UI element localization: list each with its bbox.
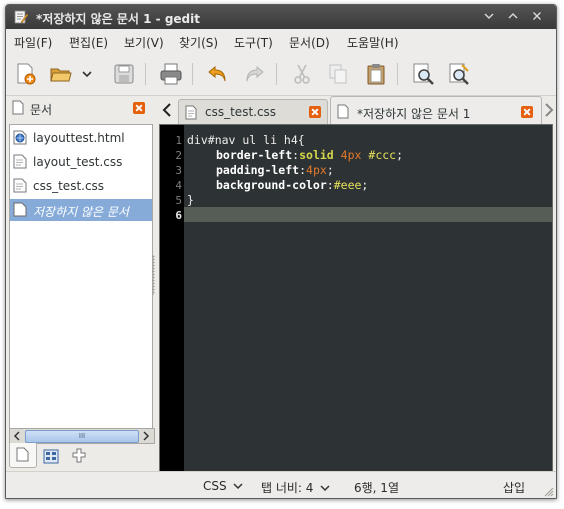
- tab-close-icon[interactable]: [309, 106, 321, 118]
- open-icon[interactable]: [47, 60, 75, 88]
- title-bar[interactable]: *저장하지 않은 문서 1 - gedit: [6, 5, 556, 29]
- document-icon: [12, 100, 24, 115]
- line-number: 4: [175, 179, 182, 192]
- tab-css-test[interactable]: css_test.css: [178, 99, 328, 124]
- code-line: background-color:#eee;: [216, 178, 369, 192]
- side-panel-close-icon[interactable]: [133, 102, 145, 114]
- redo-icon[interactable]: [240, 60, 268, 88]
- side-panel-tabs: [6, 443, 156, 469]
- window-close-icon[interactable]: [527, 8, 547, 25]
- side-panel-header: 문서: [6, 96, 156, 120]
- list-item[interactable]: layout_test.css: [10, 151, 152, 173]
- text-file-icon: [13, 154, 27, 169]
- window-title: *저장하지 않은 문서 1 - gedit: [36, 12, 200, 26]
- insert-mode: 삽입: [503, 481, 526, 495]
- toolbar-separator: [276, 63, 277, 85]
- scroll-right-icon[interactable]: [140, 430, 152, 442]
- line-number: 1: [175, 134, 182, 147]
- scroll-thumb[interactable]: III: [25, 430, 139, 443]
- gedit-window: *저장하지 않은 문서 1 - gedit 파일(F) 편집(E) 보기(V) …: [5, 4, 557, 499]
- menu-view[interactable]: 보기(V): [124, 34, 164, 51]
- code-line: }: [187, 193, 194, 207]
- text-editor[interactable]: 1 2 3 4 5 6 div#nav ul li h4{ border-lef…: [159, 124, 553, 472]
- html-file-icon: [13, 130, 27, 145]
- tab-scroll-right-icon[interactable]: [543, 102, 555, 118]
- chevron-down-icon: [233, 483, 243, 490]
- line-number: 2: [175, 149, 182, 162]
- menu-help[interactable]: 도움말(H): [347, 34, 399, 51]
- toolbar-separator: [397, 63, 398, 85]
- print-icon[interactable]: [157, 60, 185, 88]
- line-number-gutter: 1 2 3 4 5 6: [160, 125, 184, 471]
- menu-file[interactable]: 파일(F): [14, 34, 52, 51]
- find-replace-icon[interactable]: [445, 60, 473, 88]
- paste-icon[interactable]: [362, 60, 390, 88]
- current-line-highlight: [184, 207, 552, 222]
- copy-icon[interactable]: [324, 60, 352, 88]
- document-list: layouttest.html layout_test.css css_test…: [9, 124, 153, 429]
- document-icon: [337, 104, 349, 119]
- tab-documents[interactable]: [9, 443, 37, 468]
- maximize-chevron-up-icon[interactable]: [503, 8, 523, 25]
- tab-width-selector[interactable]: 탭 너비: 4: [261, 479, 330, 496]
- resize-grip-icon[interactable]: [542, 485, 554, 497]
- document-tab-bar: css_test.css *저장하지 않은 문서 1: [158, 96, 556, 124]
- tab-file-browser[interactable]: [39, 445, 63, 467]
- code-line: border-left:solid 4px #ccc;: [216, 148, 404, 162]
- status-bar: CSS 탭 너비: 4 6행, 1열 삽입: [6, 471, 556, 498]
- menu-tools[interactable]: 도구(T): [234, 34, 273, 51]
- gedit-app-icon: [14, 10, 28, 24]
- line-number: 5: [175, 194, 182, 207]
- text-file-icon: [185, 105, 197, 120]
- undo-icon[interactable]: [204, 60, 232, 88]
- toolbar-separator: [145, 63, 146, 85]
- line-number: 3: [175, 164, 182, 177]
- tab-close-icon[interactable]: [521, 106, 533, 118]
- side-panel-hscrollbar[interactable]: III: [9, 428, 155, 444]
- document-icon: [16, 447, 29, 462]
- puzzle-icon: [72, 448, 86, 463]
- open-dropdown-chevron-icon[interactable]: [79, 60, 95, 88]
- new-document-icon[interactable]: [11, 60, 39, 88]
- cut-icon[interactable]: [288, 60, 316, 88]
- scroll-left-icon[interactable]: [11, 430, 23, 442]
- file-browser-icon: [43, 449, 59, 464]
- menu-edit[interactable]: 편집(E): [69, 34, 108, 51]
- tab-unsaved-document[interactable]: *저장하지 않은 문서 1: [330, 96, 542, 124]
- text-file-icon: [13, 178, 27, 193]
- find-icon[interactable]: [409, 60, 437, 88]
- list-item[interactable]: layouttest.html: [10, 127, 152, 149]
- menu-documents[interactable]: 문서(D): [289, 34, 330, 51]
- menu-search[interactable]: 찾기(S): [179, 34, 218, 51]
- text-file-icon: [13, 202, 27, 217]
- line-number-current: 6: [175, 209, 182, 222]
- pane-resize-grip[interactable]: [152, 255, 155, 295]
- code-line: padding-left:4px;: [216, 163, 334, 177]
- toolbar-separator: [192, 63, 193, 85]
- chevron-down-icon: [320, 485, 330, 492]
- code-line: div#nav ul li h4{: [187, 133, 305, 147]
- save-icon[interactable]: [110, 60, 138, 88]
- toolbar: [6, 53, 556, 96]
- cursor-position: 6행, 1열: [354, 481, 399, 495]
- tab-scroll-left-icon[interactable]: [160, 102, 174, 118]
- tab-snippets[interactable]: [67, 445, 91, 467]
- menu-bar: 파일(F) 편집(E) 보기(V) 찾기(S) 도구(T) 문서(D) 도움말(…: [6, 29, 556, 53]
- list-item[interactable]: css_test.css: [10, 175, 152, 197]
- list-item-selected[interactable]: 저장하지 않은 문서: [10, 199, 152, 221]
- language-selector[interactable]: CSS: [203, 479, 243, 493]
- minimize-chevron-down-icon[interactable]: [479, 8, 499, 25]
- side-panel-title: 문서: [30, 103, 53, 117]
